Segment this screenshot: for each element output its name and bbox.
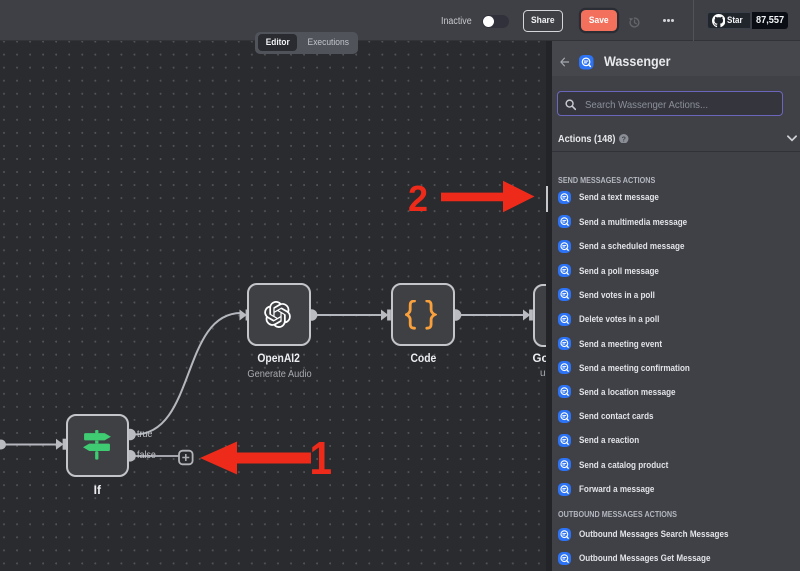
svg-text:?: ? (622, 135, 626, 143)
